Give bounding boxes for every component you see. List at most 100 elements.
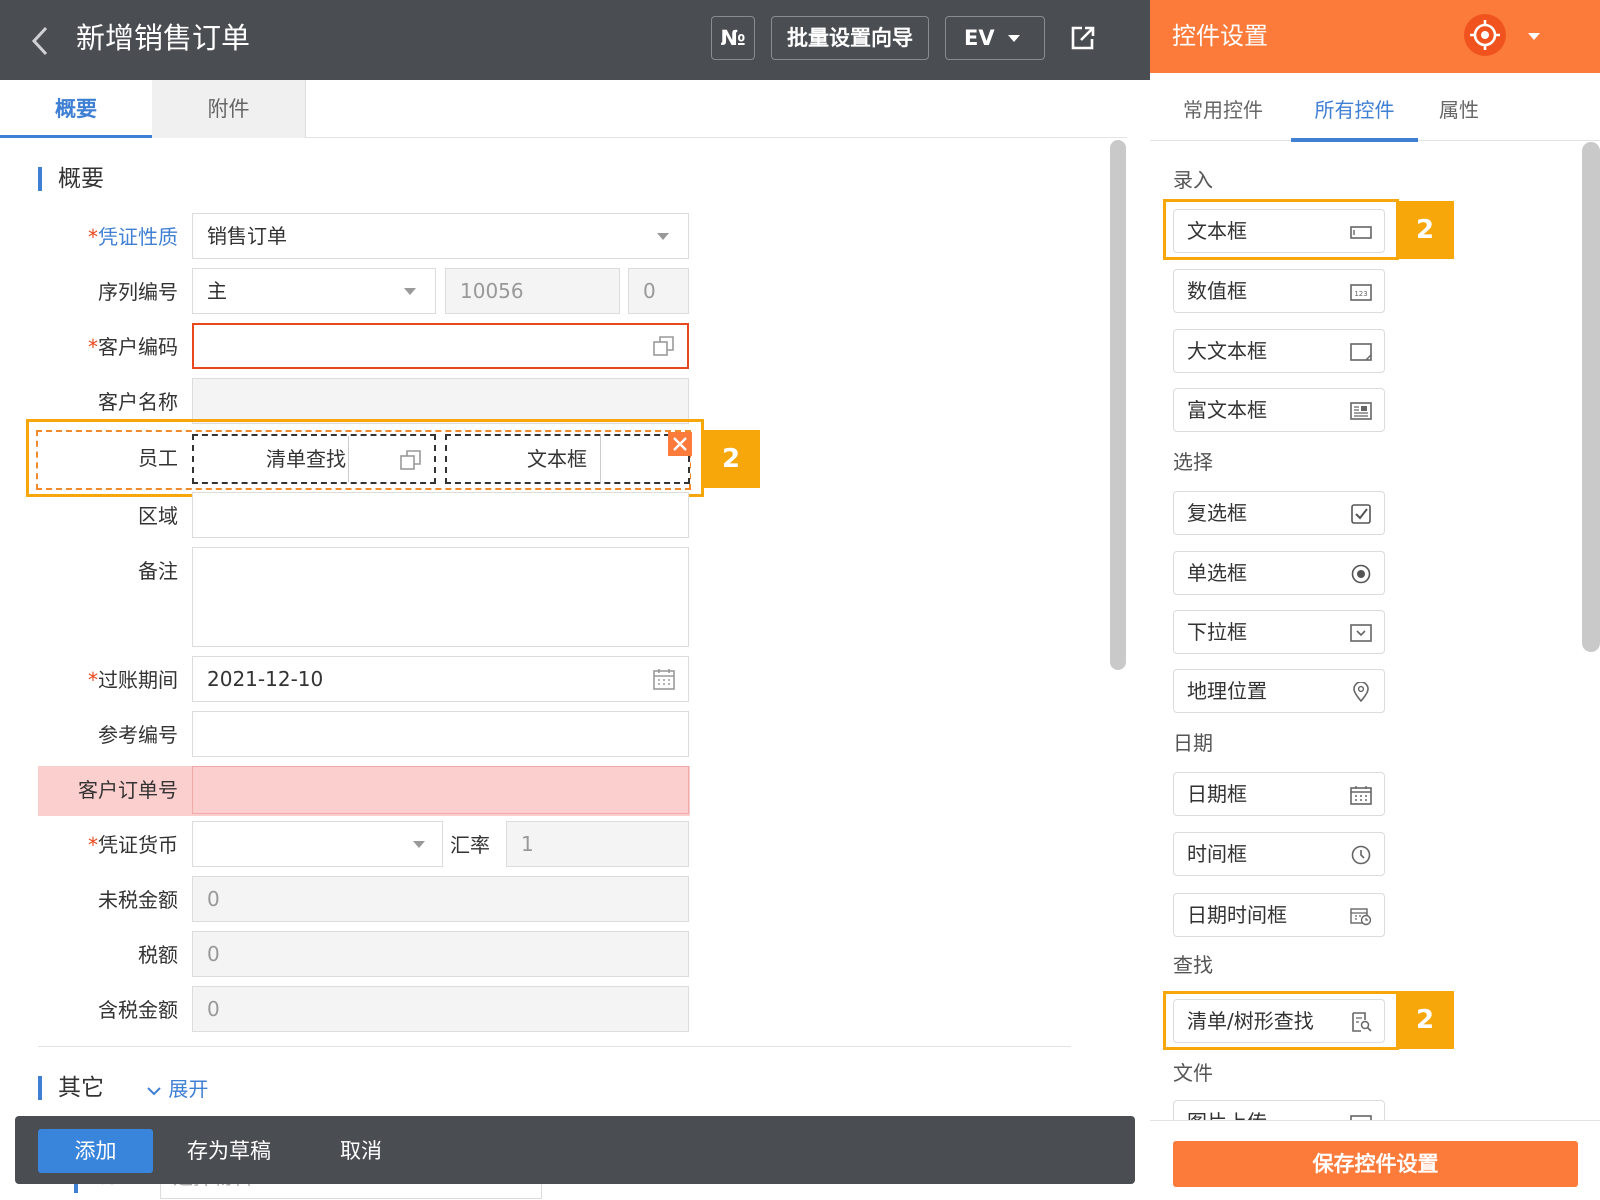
step-badge: 2: [1396, 201, 1454, 259]
employee-lookup-control[interactable]: 清单查找: [192, 434, 436, 484]
panel-title: 控件设置: [1172, 22, 1268, 50]
calendar-icon[interactable]: [652, 667, 676, 691]
form-scrollbar[interactable]: [1110, 140, 1126, 670]
control-time[interactable]: 时间框: [1173, 832, 1385, 876]
section-input-label: 录入: [1173, 168, 1213, 192]
control-radio[interactable]: 单选框: [1173, 551, 1385, 595]
customer-code-label: *客户编码: [88, 335, 178, 359]
save-draft-button[interactable]: 存为草稿: [170, 1129, 288, 1173]
step-badge: 2: [1396, 991, 1454, 1049]
remark-label: 备注: [138, 559, 178, 583]
customer-code-input[interactable]: [192, 323, 689, 369]
language-dropdown[interactable]: EV: [945, 16, 1045, 60]
gross-amount-label: 含税金额: [98, 998, 178, 1022]
exchange-rate-label: 汇率: [450, 833, 490, 857]
checkbox-icon: [1351, 504, 1371, 524]
customer-order-label: 客户订单号: [78, 778, 178, 802]
control-richtext[interactable]: 富文本框: [1173, 388, 1385, 432]
batch-wizard-button[interactable]: 批量设置向导: [771, 16, 929, 60]
posting-date-label: *过账期间: [88, 668, 178, 692]
tab-overview[interactable]: 概要: [0, 80, 152, 138]
tab-attachment[interactable]: 附件: [152, 80, 306, 138]
top-header: 新增销售订单 № 批量设置向导 EV: [0, 0, 1150, 80]
voucher-type-label: *凭证性质: [88, 225, 178, 249]
control-dropdown[interactable]: 下拉框: [1173, 610, 1385, 654]
panel-tab-all[interactable]: 所有控件: [1291, 82, 1418, 142]
section-select-label: 选择: [1173, 450, 1213, 474]
textarea-icon: [1350, 343, 1372, 361]
section-title: 概要: [58, 166, 104, 192]
chevron-down-icon: [1008, 35, 1020, 42]
section-marker: [38, 1076, 42, 1100]
employee-lookup-placeholder: 清单查找: [266, 447, 346, 471]
serial-suffix-field: 0: [628, 268, 689, 314]
chevron-down-icon: [657, 233, 669, 240]
control-text[interactable]: 文本框: [1173, 209, 1385, 253]
divider: [348, 436, 349, 482]
back-arrow-icon[interactable]: [28, 24, 54, 58]
copy-lookup-icon[interactable]: [399, 448, 423, 472]
net-amount-field: 0: [192, 876, 689, 922]
net-amount-label: 未税金额: [98, 888, 178, 912]
richtext-icon: [1350, 402, 1372, 420]
copy-lookup-icon[interactable]: [652, 334, 676, 358]
chevron-down-icon: [147, 1086, 161, 1095]
dropdown-icon: [1350, 624, 1372, 642]
control-geo[interactable]: 地理位置: [1173, 669, 1385, 713]
section-lookup-label: 查找: [1173, 953, 1213, 977]
control-date[interactable]: 日期框: [1173, 772, 1385, 816]
tax-label: 税额: [138, 943, 178, 967]
control-number[interactable]: 数值框 123: [1173, 269, 1385, 313]
customer-name-label: 客户名称: [98, 390, 178, 414]
employee-text-control[interactable]: 文本框: [445, 434, 690, 484]
calendar-icon: [1350, 786, 1372, 805]
reference-input[interactable]: [192, 711, 689, 757]
currency-select[interactable]: [192, 821, 443, 867]
locate-button[interactable]: [1464, 14, 1506, 56]
control-lookup[interactable]: 清单/树形查找: [1173, 999, 1385, 1043]
other-section-title: 其它: [58, 1075, 104, 1101]
textbox-icon: [1350, 226, 1372, 239]
cancel-button[interactable]: 取消: [318, 1129, 404, 1173]
gross-amount-field: 0: [192, 986, 689, 1032]
control-checkbox[interactable]: 复选框: [1173, 491, 1385, 535]
employee-text-placeholder: 文本框: [527, 447, 587, 471]
panel-tab-properties[interactable]: 属性: [1439, 82, 1479, 142]
radio-icon: [1351, 564, 1371, 584]
clock-icon: [1351, 845, 1371, 865]
region-label: 区域: [138, 504, 178, 528]
divider: [600, 436, 601, 482]
divider: [1150, 1120, 1600, 1121]
chevron-down-icon[interactable]: [1528, 33, 1540, 40]
control-datetime[interactable]: 日期时间框: [1173, 893, 1385, 937]
serial-label: 序列编号: [98, 280, 178, 304]
expand-link[interactable]: 展开: [146, 1076, 208, 1102]
remark-textarea[interactable]: [192, 547, 689, 647]
remove-control-button[interactable]: [668, 432, 692, 456]
save-control-settings-button[interactable]: 保存控件设置: [1173, 1141, 1578, 1187]
close-icon: [673, 437, 687, 451]
add-button[interactable]: 添加: [38, 1129, 153, 1173]
section-marker: [38, 167, 42, 191]
region-input[interactable]: [192, 492, 689, 538]
panel-tab-common[interactable]: 常用控件: [1183, 82, 1263, 142]
serial-number-field: 10056: [445, 268, 620, 314]
serial-prefix-select[interactable]: 主: [192, 268, 436, 314]
number-box-icon: 123: [1350, 284, 1372, 301]
divider: [38, 1046, 1071, 1047]
section-file-label: 文件: [1173, 1061, 1213, 1085]
panel-scrollbar[interactable]: [1582, 142, 1600, 652]
panel-header: 控件设置: [1150, 0, 1600, 73]
section-date-label: 日期: [1173, 731, 1213, 755]
control-textarea[interactable]: 大文本框: [1173, 329, 1385, 373]
list-search-icon: [1352, 1012, 1372, 1032]
serial-number-button[interactable]: №: [711, 16, 755, 60]
chevron-down-icon: [404, 288, 416, 295]
voucher-type-select[interactable]: 销售订单: [192, 213, 689, 259]
language-label: EV: [964, 26, 995, 50]
share-icon[interactable]: [1068, 24, 1096, 52]
posting-date-input[interactable]: 2021-12-10: [192, 656, 689, 702]
page-title: 新增销售订单: [76, 21, 251, 55]
customer-order-input[interactable]: [192, 766, 689, 814]
chevron-down-icon: [413, 841, 425, 848]
